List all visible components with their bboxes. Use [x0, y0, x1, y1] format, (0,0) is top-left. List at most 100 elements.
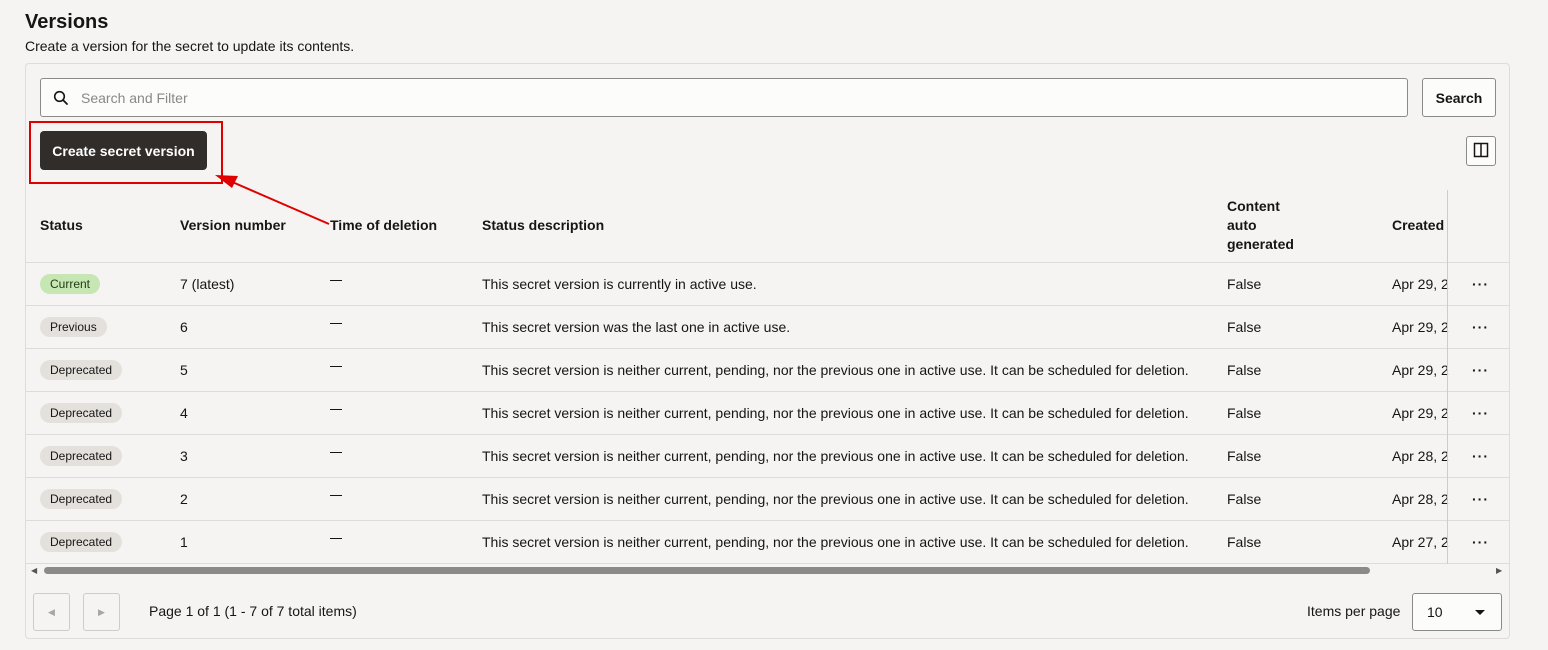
cell-content-auto-generated: False — [1213, 391, 1378, 435]
table-header-row: Status Version number Time of deletion S… — [26, 190, 1509, 263]
empty-dash — [330, 366, 342, 368]
caret-down-icon — [1475, 610, 1485, 615]
next-page-button[interactable]: ▶ — [83, 593, 120, 631]
cell-overflow: 2 — [1496, 262, 1509, 306]
search-field[interactable] — [40, 78, 1408, 117]
create-secret-version-button[interactable]: Create secret version — [40, 131, 207, 170]
cell-overflow: 8 — [1496, 477, 1509, 521]
scroll-left-icon[interactable]: ◀ — [31, 566, 37, 575]
cell-status-description: This secret version is neither current, … — [468, 520, 1213, 564]
table-row: Deprecated 3 This secret version is neithe… — [26, 434, 1509, 478]
cell-time-of-deletion — [316, 434, 468, 478]
sticky-column-divider — [1447, 190, 1448, 564]
row-actions-menu-button[interactable]: ··· — [1458, 520, 1496, 564]
table-row: Deprecated 5 This secret version is neithe… — [26, 348, 1509, 392]
columns-toggle-button[interactable] — [1466, 136, 1496, 166]
table-row: Previous 6 This secret version was the las… — [26, 305, 1509, 349]
row-actions-menu-button[interactable]: ··· — [1458, 477, 1496, 521]
row-actions-menu-button[interactable]: ··· — [1458, 391, 1496, 435]
scrollbar-thumb[interactable] — [44, 567, 1370, 574]
table-row: Deprecated 1 This secret version is neithe… — [26, 520, 1509, 564]
empty-dash — [330, 409, 342, 411]
table-row: Deprecated 4 This secret version is neithe… — [26, 391, 1509, 435]
page-info: Page 1 of 1 (1 - 7 of 7 total items) — [149, 603, 357, 619]
cell-content-auto-generated: False — [1213, 348, 1378, 392]
cell-status-description: This secret version is neither current, … — [468, 348, 1213, 392]
cell-time-of-deletion — [316, 520, 468, 564]
items-per-page-value: 10 — [1427, 604, 1443, 620]
cell-overflow: S — [1496, 391, 1509, 435]
items-per-page-label: Items per page — [1307, 603, 1401, 619]
header-status-description[interactable]: Status description — [468, 190, 1213, 263]
status-badge: Deprecated — [40, 359, 123, 380]
cell-status: Previous — [26, 305, 166, 349]
cell-created: Apr 29, 2 — [1378, 262, 1458, 306]
empty-dash — [330, 323, 342, 325]
cell-status: Deprecated — [26, 477, 166, 521]
items-per-page-select[interactable]: 10 — [1412, 593, 1502, 631]
cell-time-of-deletion — [316, 262, 468, 306]
cell-content-auto-generated: False — [1213, 477, 1378, 521]
cell-overflow: I — [1496, 348, 1509, 392]
cell-overflow: 2 — [1496, 434, 1509, 478]
search-input[interactable] — [81, 89, 1407, 106]
status-badge: Deprecated — [40, 531, 123, 552]
cell-version-number: 3 — [166, 434, 316, 478]
header-created[interactable]: Created — [1378, 190, 1458, 263]
cell-version-number: 4 — [166, 391, 316, 435]
row-actions-menu-button[interactable]: ··· — [1458, 434, 1496, 478]
header-time-of-deletion[interactable]: Time of deletion — [316, 190, 468, 263]
status-badge: Deprecated — [40, 445, 123, 466]
cell-content-auto-generated: False — [1213, 520, 1378, 564]
cell-time-of-deletion — [316, 348, 468, 392]
cell-version-number: 5 — [166, 348, 316, 392]
empty-dash — [330, 452, 342, 454]
cell-time-of-deletion — [316, 391, 468, 435]
cell-created: Apr 29, 2 — [1378, 348, 1458, 392]
cell-status: Deprecated — [26, 391, 166, 435]
cell-version-number: 6 — [166, 305, 316, 349]
horizontal-scrollbar[interactable]: ◀ ▶ — [26, 564, 1509, 576]
cell-created: Apr 29, 2 — [1378, 305, 1458, 349]
cell-created: Apr 28, 2 — [1378, 434, 1458, 478]
previous-page-button[interactable]: ◀ — [33, 593, 70, 631]
cell-status-description: This secret version is currently in acti… — [468, 262, 1213, 306]
section-description: Create a version for the secret to updat… — [25, 38, 355, 54]
cell-version-number: 7 (latest) — [166, 262, 316, 306]
header-version-number[interactable]: Version number — [166, 190, 316, 263]
cell-content-auto-generated: False — [1213, 262, 1378, 306]
cell-content-auto-generated: False — [1213, 305, 1378, 349]
scroll-right-icon[interactable]: ▶ — [1496, 566, 1502, 575]
empty-dash — [330, 538, 342, 540]
empty-dash — [330, 495, 342, 497]
cell-created: Apr 28, 2 — [1378, 477, 1458, 521]
cell-content-auto-generated: False — [1213, 434, 1378, 478]
cell-time-of-deletion — [316, 477, 468, 521]
cell-status: Deprecated — [26, 434, 166, 478]
versions-panel: Search Create secret version Status Vers… — [25, 63, 1510, 639]
search-button[interactable]: Search — [1422, 78, 1496, 117]
empty-dash — [330, 280, 342, 282]
search-icon — [41, 79, 81, 116]
header-content-auto-generated[interactable]: Content auto generated — [1213, 190, 1378, 263]
row-actions-menu-button[interactable]: ··· — [1458, 305, 1496, 349]
cell-overflow: 8 — [1496, 305, 1509, 349]
cell-overflow: 8 — [1496, 520, 1509, 564]
cell-version-number: 2 — [166, 477, 316, 521]
status-badge: Deprecated — [40, 488, 123, 509]
columns-icon — [1473, 142, 1489, 161]
cell-version-number: 1 — [166, 520, 316, 564]
cell-created: Apr 27, 2 — [1378, 520, 1458, 564]
status-badge: Deprecated — [40, 402, 123, 423]
row-actions-menu-button[interactable]: ··· — [1458, 348, 1496, 392]
cell-status-description: This secret version is neither current, … — [468, 434, 1213, 478]
status-badge: Previous — [40, 316, 107, 337]
row-actions-menu-button[interactable]: ··· — [1458, 262, 1496, 306]
cell-status-description: This secret version is neither current, … — [468, 391, 1213, 435]
header-status[interactable]: Status — [26, 190, 166, 263]
cell-time-of-deletion — [316, 305, 468, 349]
chevron-left-icon: ◀ — [48, 606, 55, 617]
chevron-right-icon: ▶ — [98, 606, 105, 617]
cell-created: Apr 29, 2 — [1378, 391, 1458, 435]
section-title: Versions — [25, 11, 109, 33]
